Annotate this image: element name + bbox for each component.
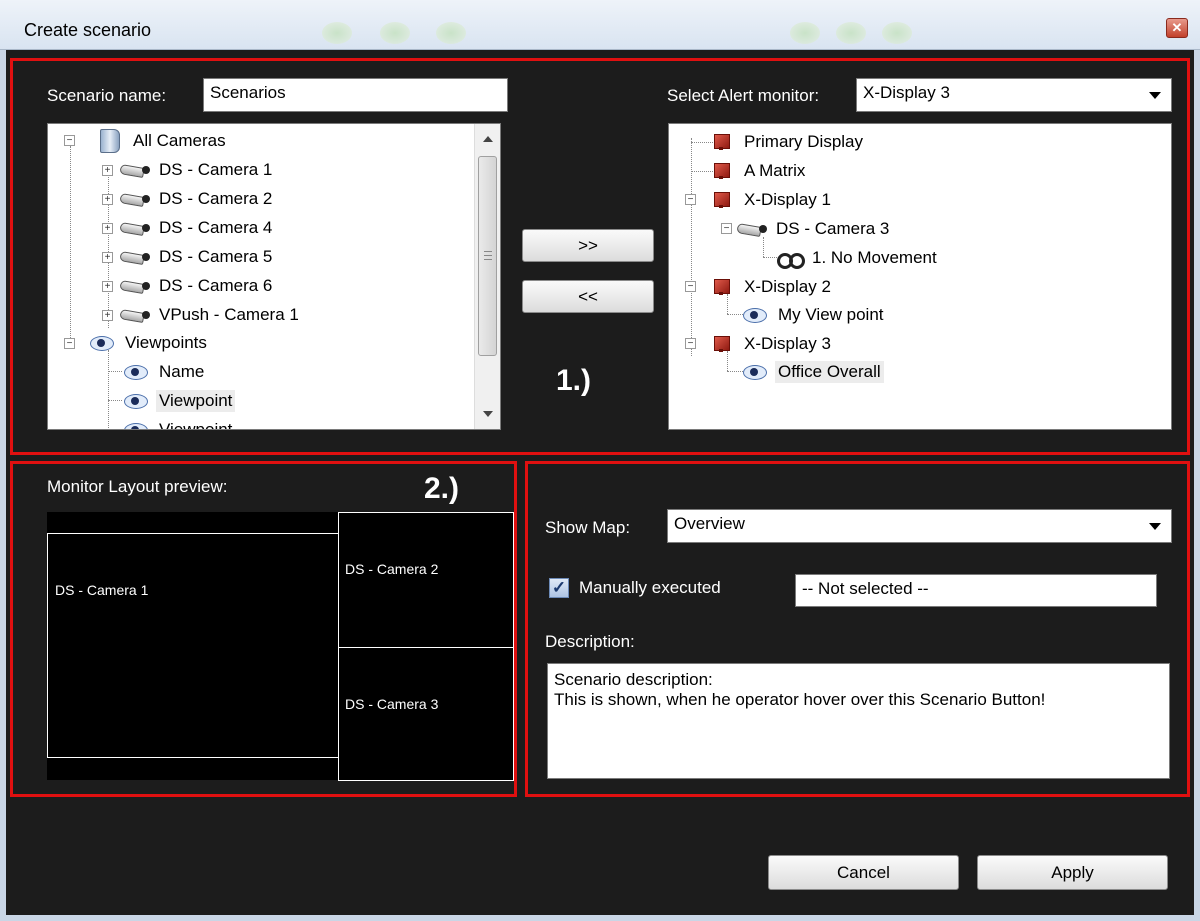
annotation-box-2 bbox=[10, 461, 517, 797]
annotation-box-3 bbox=[525, 461, 1190, 797]
titlebar-decoration bbox=[380, 22, 410, 44]
close-icon[interactable]: ✕ bbox=[1166, 18, 1188, 38]
titlebar-decoration bbox=[322, 22, 352, 44]
titlebar-decoration bbox=[790, 22, 820, 44]
cancel-button[interactable]: Cancel bbox=[768, 855, 959, 890]
window-title: Create scenario bbox=[24, 20, 152, 40]
titlebar-decoration bbox=[836, 22, 866, 44]
titlebar-decoration bbox=[436, 22, 466, 44]
annotation-box-1 bbox=[10, 58, 1190, 455]
title-bar: Create scenario ✕ bbox=[0, 0, 1200, 50]
apply-button[interactable]: Apply bbox=[977, 855, 1168, 890]
titlebar-decoration bbox=[882, 22, 912, 44]
